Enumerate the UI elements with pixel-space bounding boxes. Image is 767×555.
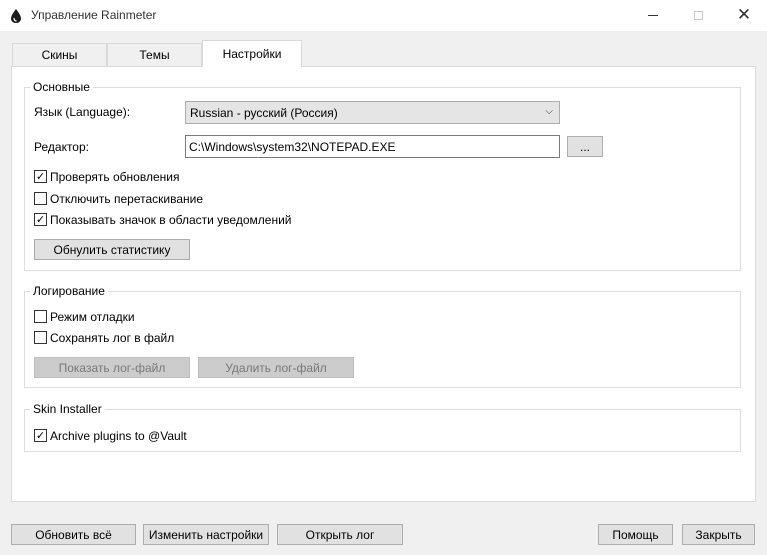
help-button[interactable]: Помощь — [598, 524, 673, 545]
show-log-file-button[interactable]: Показать лог-файл — [34, 357, 190, 378]
tab-themes[interactable]: Темы — [107, 43, 202, 66]
language-label: Язык (Language): — [34, 105, 131, 119]
tab-skins[interactable]: Скины — [12, 43, 107, 66]
check-icon: ✓ — [35, 213, 46, 226]
maximize-icon — [693, 11, 703, 20]
editor-label: Редактор: — [34, 140, 89, 154]
disable-drag-checkbox[interactable] — [34, 192, 47, 205]
maximize-button[interactable] — [675, 0, 721, 31]
title-bar: Управление Rainmeter ✕ — [0, 0, 767, 31]
show-tray-icon-label: Показывать значок в области уведомлений — [50, 213, 292, 227]
logging-legend: Логирование — [30, 284, 108, 298]
minimize-icon — [648, 15, 658, 16]
check-updates-label: Проверять обновления — [50, 170, 180, 184]
close-button[interactable]: Закрыть — [682, 524, 755, 545]
tab-settings[interactable]: Настройки — [202, 40, 302, 67]
browse-editor-button[interactable]: ... — [567, 136, 603, 157]
minimize-button[interactable] — [630, 0, 676, 31]
check-updates-checkbox[interactable]: ✓ — [34, 170, 47, 183]
chevron-down-icon: ⌵ — [545, 106, 553, 117]
archive-plugins-checkbox[interactable]: ✓ — [34, 429, 47, 442]
debug-mode-checkbox[interactable] — [34, 310, 47, 323]
edit-settings-button[interactable]: Изменить настройки — [143, 524, 269, 545]
save-log-checkbox[interactable] — [34, 331, 47, 344]
language-value: Russian - русский (Россия) — [190, 105, 338, 120]
debug-mode-label: Режим отладки — [50, 310, 135, 324]
delete-log-file-button[interactable]: Удалить лог-файл — [198, 357, 354, 378]
save-log-label: Сохранять лог в файл — [50, 331, 175, 345]
rainmeter-drop-icon — [11, 9, 21, 23]
refresh-all-button[interactable]: Обновить всё — [11, 524, 136, 545]
archive-plugins-label: Archive plugins to @Vault — [50, 429, 187, 443]
skin-installer-legend: Skin Installer — [30, 402, 105, 416]
close-window-button[interactable]: ✕ — [721, 0, 767, 31]
check-icon: ✓ — [35, 170, 46, 183]
open-log-button[interactable]: Открыть лог — [277, 524, 403, 545]
editor-value: C:\Windows\system32\NOTEPAD.EXE — [189, 139, 396, 154]
general-legend: Основные — [30, 80, 93, 94]
show-tray-icon-checkbox[interactable]: ✓ — [34, 213, 47, 226]
disable-drag-label: Отключить перетаскивание — [50, 192, 204, 206]
language-select[interactable]: Russian - русский (Россия) ⌵ — [185, 101, 560, 124]
window-title: Управление Rainmeter — [31, 8, 157, 22]
close-icon: ✕ — [736, 5, 752, 25]
editor-input[interactable]: C:\Windows\system32\NOTEPAD.EXE — [185, 135, 560, 158]
check-icon: ✓ — [35, 429, 46, 442]
reset-statistics-button[interactable]: Обнулить статистику — [34, 239, 190, 260]
